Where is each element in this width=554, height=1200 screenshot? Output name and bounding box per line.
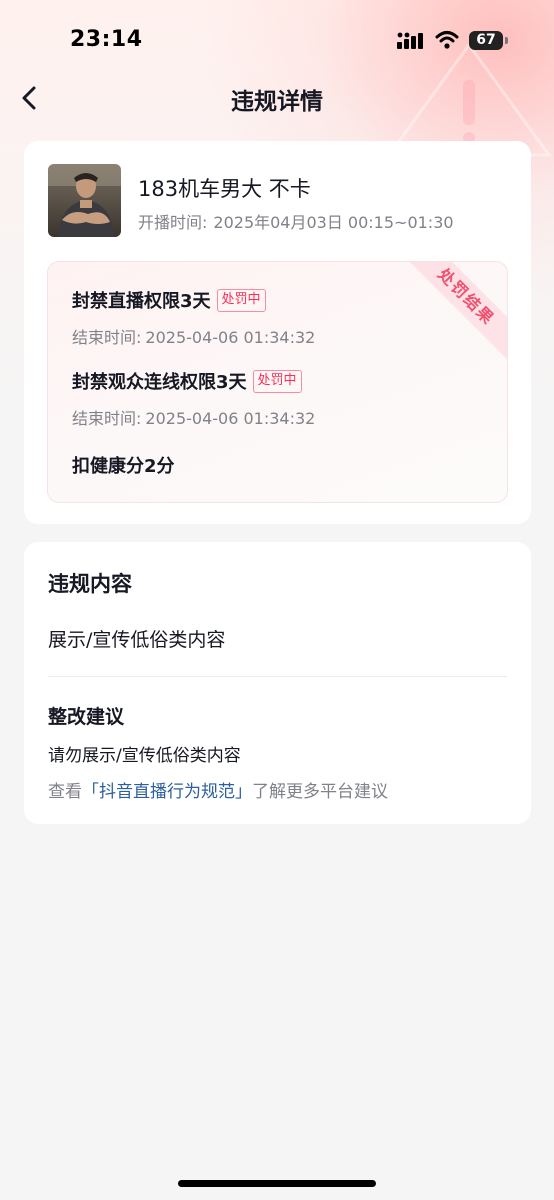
punishment-title-row: 封禁观众连线权限3天 处罚中 [72, 368, 319, 394]
punishment-title-row: 封禁直播权限3天 处罚中 [72, 287, 319, 313]
stream-time-value: 2025年04月03日 00:15~01:30 [213, 213, 454, 232]
end-time-value: 2025-04-06 01:34:32 [145, 409, 316, 428]
avatar-image [48, 164, 121, 237]
end-time-label: 结束时间: [72, 409, 142, 428]
divider [48, 676, 507, 677]
advice-title: 整改建议 [48, 706, 125, 728]
punishment-item: 封禁观众连线权限3天 处罚中 结束时间: 2025-04-06 01:34:32 [72, 368, 319, 429]
live-rules-link[interactable]: 「抖音直播行为规范」 [82, 782, 252, 802]
violation-content: 展示/宣传低俗类内容 [48, 629, 226, 651]
advice-text: 请勿展示/宣传低俗类内容 [48, 746, 241, 766]
punishment-result-box: 处罚结果 封禁直播权限3天 处罚中 结束时间: 2025-04-06 01:34:… [47, 261, 508, 503]
punishment-end-time: 结束时间: 2025-04-06 01:34:32 [72, 405, 319, 429]
violation-card: 违规内容 展示/宣传低俗类内容 整改建议 请勿展示/宣传低俗类内容 查看「抖音直… [24, 542, 531, 824]
nav-bar: 违规详情 [0, 72, 554, 124]
punishment-item: 封禁直播权限3天 处罚中 结束时间: 2025-04-06 01:34:32 [72, 287, 319, 348]
advice-link-line: 查看「抖音直播行为规范」了解更多平台建议 [48, 777, 388, 802]
wifi-icon [435, 31, 459, 49]
punishment-end-time: 结束时间: 2025-04-06 01:34:32 [72, 324, 319, 348]
punishment-item: 扣健康分2分 [72, 452, 175, 478]
end-time-label: 结束时间: [72, 328, 142, 347]
end-time-value: 2025-04-06 01:34:32 [145, 328, 316, 347]
status-badge: 处罚中 [216, 288, 266, 312]
page-title: 违规详情 [231, 89, 323, 115]
stream-time-label: 开播时间: [138, 213, 208, 232]
punishment-title: 扣健康分2分 [72, 456, 175, 477]
punishment-title: 封禁观众连线权限3天 [72, 372, 247, 393]
streamer-avatar[interactable] [48, 164, 121, 237]
link-prefix: 查看 [48, 782, 82, 802]
stream-time: 开播时间: 2025年04月03日 00:15~01:30 [138, 209, 460, 233]
battery-tip [505, 37, 508, 44]
punishment-card: 183机车男大 不卡 开播时间: 2025年04月03日 00:15~01:30 … [24, 141, 531, 524]
home-indicator [178, 1180, 376, 1187]
violation-section-title: 违规内容 [48, 572, 132, 596]
punishment-result-ribbon: 处罚结果 [402, 262, 507, 361]
link-suffix: 了解更多平台建议 [252, 782, 388, 802]
status-badge: 处罚中 [252, 369, 302, 393]
punishment-title: 封禁直播权限3天 [72, 291, 211, 312]
battery-icon: 67 [469, 31, 503, 50]
status-time: 23:14 [70, 27, 143, 52]
streamer-name: 183机车男大 不卡 [138, 177, 311, 201]
cellular-signal-icon [397, 32, 423, 49]
